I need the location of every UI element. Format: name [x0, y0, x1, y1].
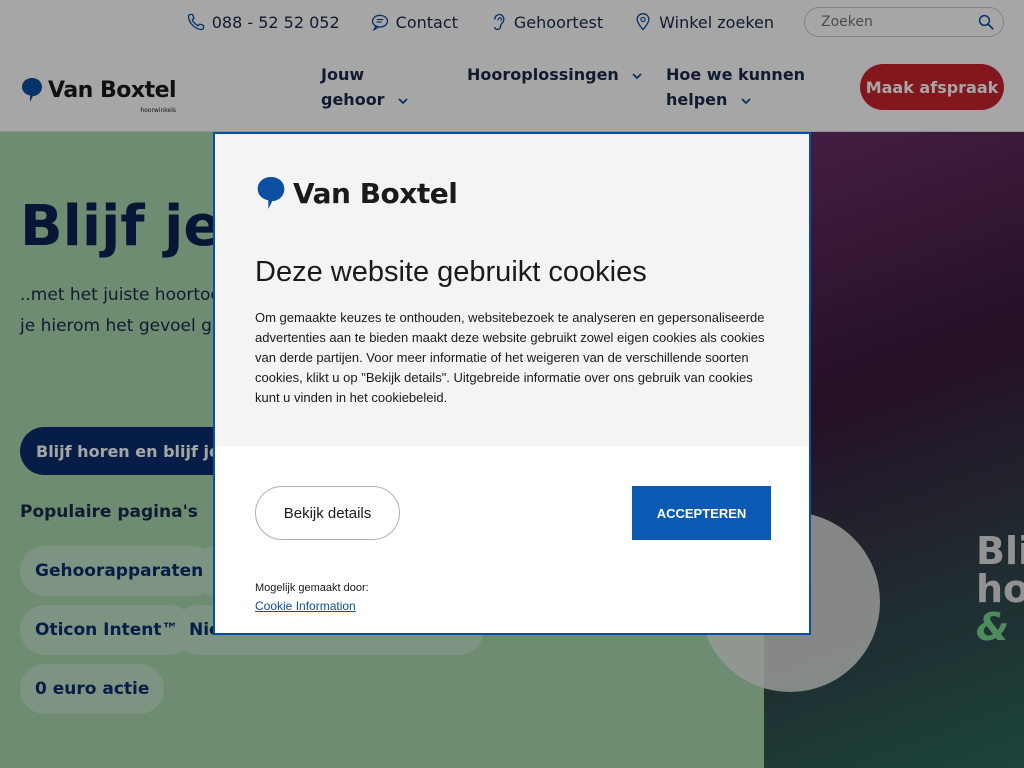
logo-drop-icon: [257, 177, 285, 209]
modal-logo: Van Boxtel: [255, 174, 458, 212]
modal-logo-brand: Van Boxtel: [293, 176, 458, 210]
view-details-button[interactable]: Bekijk details: [255, 486, 400, 540]
modal-title: Deze website gebruikt cookies: [255, 256, 647, 288]
cookie-consent-modal: Van Boxtel Deze website gebruikt cookies…: [213, 132, 811, 635]
powered-by-label: Mogelijk gemaakt door:: [255, 582, 369, 594]
accept-button[interactable]: ACCEPTEREN: [632, 486, 771, 540]
cookie-information-link[interactable]: Cookie Information: [255, 599, 356, 613]
modal-body: Om gemaakte keuzes te onthouden, website…: [255, 310, 765, 405]
